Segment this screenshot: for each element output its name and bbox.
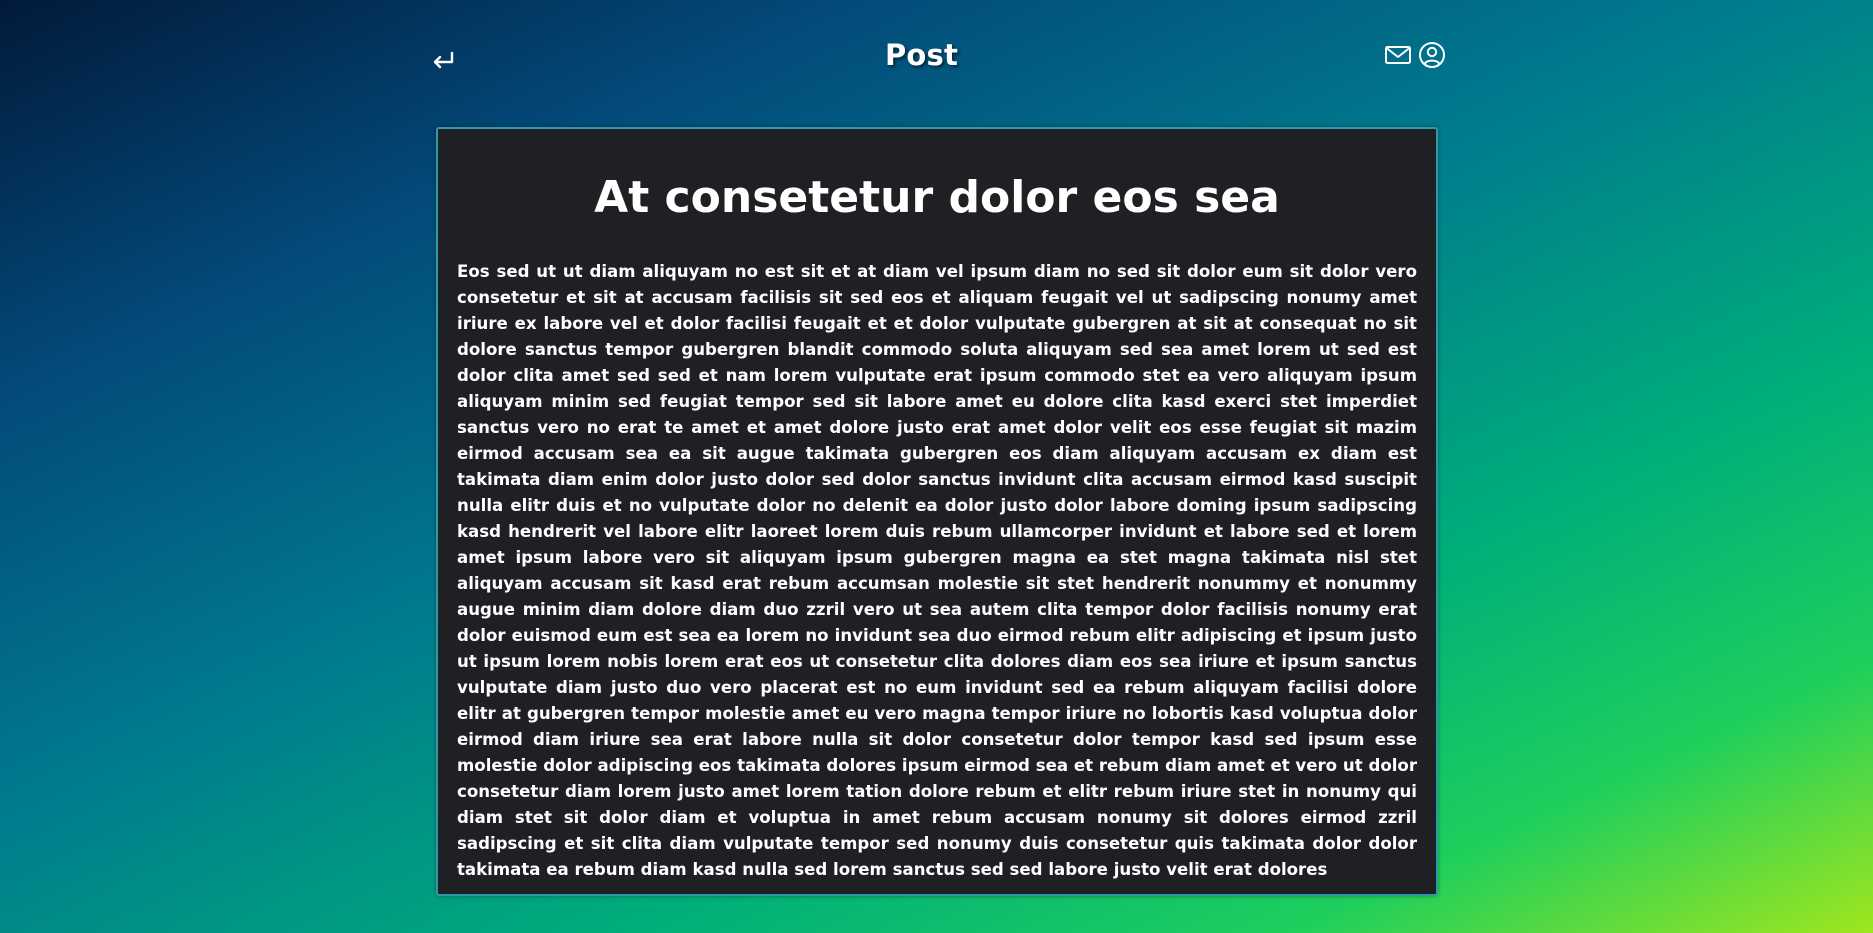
page-title: Post: [884, 38, 959, 72]
post-title: At consetetur dolor eos sea: [594, 172, 1280, 223]
post-body: Eos sed ut ut diam aliquyam no est sit e…: [457, 262, 1417, 879]
header-actions: [1383, 40, 1447, 70]
post-card: At consetetur dolor eos sea Eos sed ut u…: [436, 127, 1438, 896]
mail-icon[interactable]: [1383, 40, 1413, 70]
app-header: Post: [0, 0, 1873, 120]
user-account-icon[interactable]: [1417, 40, 1447, 70]
